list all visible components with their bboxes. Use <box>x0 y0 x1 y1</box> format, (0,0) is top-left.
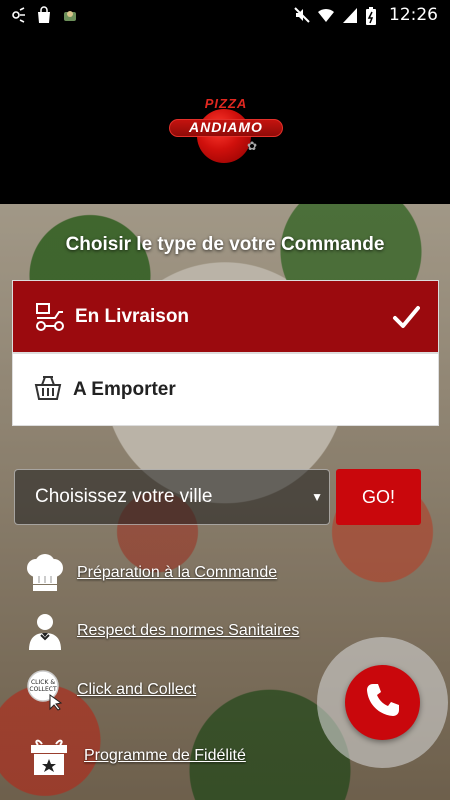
go-button[interactable]: GO! <box>336 469 421 525</box>
feature-preparation[interactable]: Préparation à la Commande <box>24 552 277 594</box>
feature-preparation-link[interactable]: Préparation à la Commande <box>77 564 277 582</box>
mute-icon <box>293 6 310 24</box>
logo-top-text: PIZZA <box>204 96 248 111</box>
feature-loyalty-link[interactable]: Programme de Fidélité <box>84 747 246 765</box>
chevron-down-icon: ▼ <box>311 490 323 504</box>
delivery-scooter-icon <box>33 300 67 334</box>
feature-hygiene-link[interactable]: Respect des normes Sanitaires <box>77 622 299 640</box>
option-delivery-label: En Livraison <box>75 305 190 327</box>
option-delivery[interactable]: En Livraison <box>12 280 439 353</box>
shopping-bag-icon <box>36 6 52 24</box>
logo-mark-icon: ✿ <box>247 139 258 153</box>
option-takeaway[interactable]: A Emporter <box>12 353 439 426</box>
city-select-value: Choisissez votre ville <box>35 486 213 507</box>
brand-logo: PIZZA ANDIAMO ✿ <box>165 95 287 171</box>
feature-click-collect-link[interactable]: Click and Collect <box>77 681 196 699</box>
wifi-icon <box>317 6 334 24</box>
waiter-icon <box>24 610 66 652</box>
battery-icon <box>365 6 381 25</box>
svg-text:COLLECT: COLLECT <box>29 686 57 693</box>
app-icon <box>62 6 78 24</box>
order-type-title: Choisir le type de votre Commande <box>65 234 385 255</box>
feature-hygiene[interactable]: Respect des normes Sanitaires <box>24 610 299 652</box>
status-time: 12:26 <box>389 5 438 25</box>
hotspot-icon <box>10 6 26 24</box>
click-collect-icon: CLICK & COLLECT <box>24 669 66 711</box>
phone-icon <box>364 681 402 724</box>
signal-icon <box>341 6 357 24</box>
option-takeaway-label: A Emporter <box>73 378 176 400</box>
chef-hat-icon <box>24 552 66 594</box>
feature-click-collect[interactable]: CLICK & COLLECT Click and Collect <box>24 669 196 711</box>
logo-name: ANDIAMO <box>189 119 263 135</box>
status-bar: 12:26 <box>0 0 450 30</box>
basket-icon <box>33 373 67 407</box>
call-button[interactable] <box>345 665 420 740</box>
gift-icon <box>28 735 70 777</box>
svg-text:CLICK &: CLICK & <box>31 679 55 686</box>
feature-loyalty[interactable]: Programme de Fidélité <box>24 735 246 777</box>
check-icon <box>392 303 420 331</box>
city-select[interactable]: Choisissez votre ville ▼ <box>14 469 330 525</box>
header: PIZZA ANDIAMO ✿ <box>0 30 450 204</box>
